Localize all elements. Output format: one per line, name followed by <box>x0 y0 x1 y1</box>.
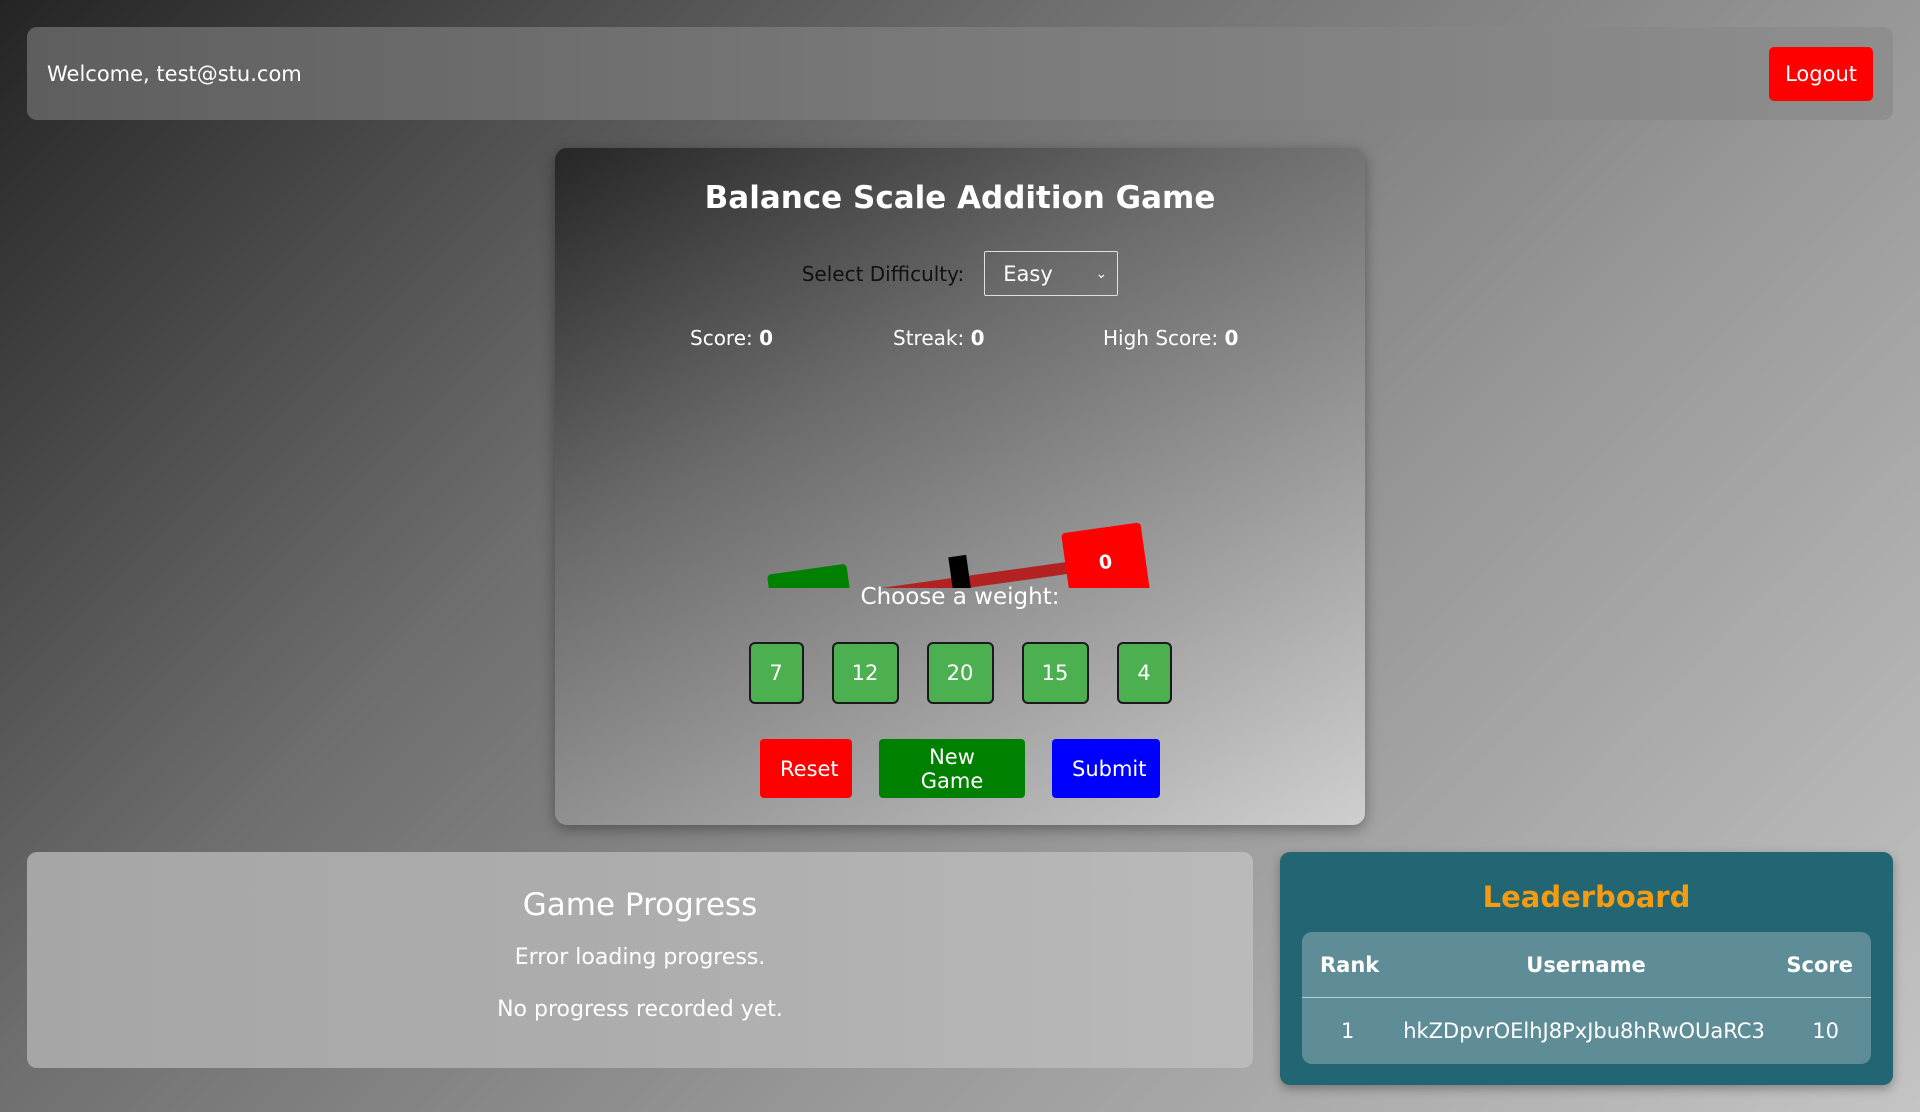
progress-title: Game Progress <box>522 887 758 923</box>
chevron-down-icon: ⌄ <box>1095 265 1108 282</box>
leaderboard-title: Leaderboard <box>1482 880 1691 914</box>
difficulty-row: Select Difficulty: Easy ⌄ <box>555 251 1365 296</box>
leaderboard-header-row: Rank Username Score <box>1302 932 1871 998</box>
game-actions: Reset New Game Submit <box>555 739 1365 798</box>
difficulty-label: Select Difficulty: <box>801 261 965 286</box>
column-header-username: Username <box>1526 952 1646 977</box>
balance-scale: 4 0 <box>767 522 1150 588</box>
column-header-rank: Rank <box>1320 952 1380 977</box>
weight-option-button[interactable]: 20 <box>926 642 994 704</box>
leaderboard-panel: Leaderboard Rank Username Score 1 hkZDpv… <box>1280 852 1893 1085</box>
score-stat: Score: 0 <box>690 326 773 350</box>
weight-option-button[interactable]: 7 <box>748 642 804 704</box>
table-row: 1 hkZDpvrOElhJ8PxJbu8hRwOUaRC3 10 <box>1302 998 1871 1064</box>
high-score-value: 0 <box>1224 326 1239 350</box>
high-score-label: High Score: <box>1103 326 1219 350</box>
progress-error-text: Error loading progress. <box>514 945 766 970</box>
difficulty-select[interactable]: Easy ⌄ <box>984 251 1119 296</box>
top-bar: Welcome, test@stu.com Logout <box>27 27 1893 120</box>
score-value: 0 <box>759 326 774 350</box>
logout-button[interactable]: Logout <box>1769 46 1873 101</box>
submit-button[interactable]: Submit <box>1052 739 1160 798</box>
choose-weight-label: Choose a weight: <box>860 584 1060 610</box>
streak-label: Streak: <box>893 326 965 350</box>
game-card: Balance Scale Addition Game Select Diffi… <box>555 148 1365 825</box>
rank-cell: 1 <box>1341 1019 1355 1043</box>
weight-option-button[interactable]: 4 <box>1116 642 1172 704</box>
username-cell: hkZDpvrOElhJ8PxJbu8hRwOUaRC3 <box>1403 1019 1765 1043</box>
game-progress-panel: Game Progress Error loading progress. No… <box>27 852 1253 1068</box>
high-score-stat: High Score: 0 <box>1103 326 1238 350</box>
game-title: Balance Scale Addition Game <box>704 180 1216 216</box>
weight-options: 7 12 20 15 4 <box>555 642 1365 704</box>
score-label: Score: <box>690 326 753 350</box>
streak-value: 0 <box>970 326 985 350</box>
reset-button[interactable]: Reset <box>760 739 852 798</box>
streak-stat: Streak: 0 <box>893 326 984 350</box>
weight-option-button[interactable]: 15 <box>1021 642 1089 704</box>
progress-empty-text: No progress recorded yet. <box>497 997 783 1022</box>
column-header-score: Score <box>1786 952 1853 977</box>
new-game-button[interactable]: New Game <box>879 739 1025 798</box>
welcome-text: Welcome, test@stu.com <box>47 61 302 86</box>
score-cell: 10 <box>1812 1019 1839 1043</box>
leaderboard-table: Rank Username Score 1 hkZDpvrOElhJ8PxJbu… <box>1302 932 1871 1064</box>
difficulty-selected-value: Easy <box>1003 261 1053 286</box>
weight-option-button[interactable]: 12 <box>831 642 899 704</box>
